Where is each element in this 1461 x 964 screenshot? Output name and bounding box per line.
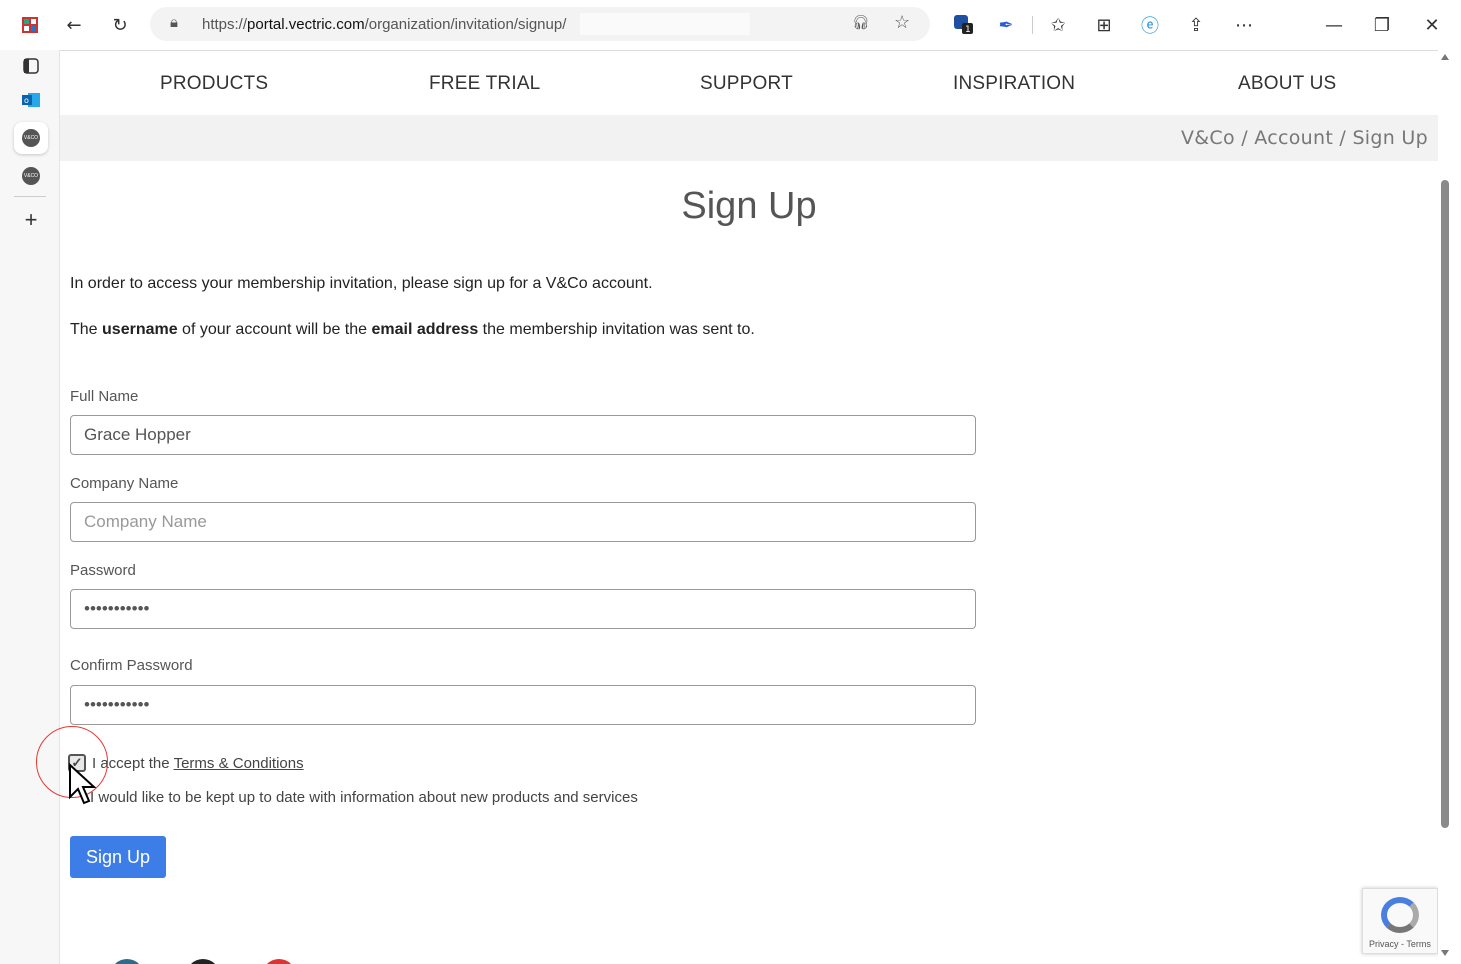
nav-products[interactable]: PRODUCTS bbox=[160, 73, 268, 95]
read-aloud-icon[interactable]: 🎧︎ bbox=[852, 14, 870, 31]
browser-sidebar: o V&CO V&CO + bbox=[0, 50, 60, 964]
mouse-cursor-icon bbox=[69, 763, 96, 805]
company-name-label: Company Name bbox=[70, 475, 179, 492]
page-scrollbar[interactable] bbox=[1438, 50, 1452, 964]
close-icon[interactable]: ✕ bbox=[1418, 11, 1446, 39]
share-icon[interactable]: ⇪ bbox=[1182, 11, 1210, 39]
username-note: The username of your account will be the… bbox=[70, 321, 755, 339]
collections-icon[interactable]: ⊞ bbox=[1090, 11, 1118, 39]
vco-tab-active[interactable]: V&CO bbox=[14, 122, 48, 154]
back-arrow-icon[interactable]: ← bbox=[60, 11, 88, 39]
app-grid-icon[interactable] bbox=[16, 11, 44, 39]
more-options-icon[interactable]: ⋯ bbox=[1230, 11, 1258, 39]
scrollbar-thumb[interactable] bbox=[1441, 180, 1449, 828]
extension-badge: 1 bbox=[965, 25, 971, 35]
breadcrumb-bar: V&Co / Account / Sign Up bbox=[60, 115, 1438, 161]
browser-toolbar: ← ↻ 🔒︎ https://portal.vectric.com/organi… bbox=[0, 0, 1461, 50]
favorite-star-icon[interactable]: ☆ bbox=[894, 12, 910, 33]
tab-actions-icon[interactable] bbox=[14, 50, 48, 82]
url-redaction bbox=[580, 13, 750, 35]
recaptcha-logo-icon bbox=[1381, 897, 1419, 933]
toolbar-separator bbox=[1032, 16, 1033, 34]
email-emphasis: email address bbox=[371, 321, 479, 338]
url-path: /organization/invitation/signup/ bbox=[364, 15, 567, 33]
nav-support[interactable]: SUPPORT bbox=[700, 73, 793, 95]
intro-text: In order to access your membership invit… bbox=[70, 275, 653, 292]
svg-text:o: o bbox=[24, 96, 29, 105]
confirm-password-input[interactable] bbox=[70, 685, 976, 725]
add-tab-icon[interactable]: + bbox=[14, 204, 48, 236]
url-domain: portal.vectric.com bbox=[247, 15, 365, 33]
page-viewport: PRODUCTS FREE TRIAL SUPPORT INSPIRATION … bbox=[36, 50, 1438, 964]
social-icon[interactable] bbox=[110, 959, 144, 964]
username-emphasis: username bbox=[102, 321, 178, 338]
username-note-prefix: The bbox=[70, 321, 103, 338]
username-note-suffix: the membership invitation was sent to. bbox=[478, 321, 755, 338]
confirm-password-label: Confirm Password bbox=[70, 657, 193, 674]
social-icon[interactable] bbox=[262, 959, 296, 964]
extension-icon[interactable]: 1 bbox=[950, 11, 978, 39]
scroll-up-arrow-icon[interactable] bbox=[1441, 54, 1449, 60]
address-bar[interactable]: 🔒︎ https://portal.vectric.com/organizati… bbox=[150, 7, 930, 41]
refresh-icon[interactable]: ↻ bbox=[106, 11, 134, 39]
newsletter-label[interactable]: I would like to be kept up to date with … bbox=[90, 789, 638, 806]
password-label: Password bbox=[70, 562, 136, 579]
url-prefix: https:// bbox=[202, 15, 248, 33]
vco-logo-icon: V&CO bbox=[22, 167, 40, 185]
company-name-input[interactable] bbox=[70, 502, 976, 542]
site-nav: PRODUCTS FREE TRIAL SUPPORT INSPIRATION … bbox=[60, 51, 1438, 115]
nav-about-us[interactable]: ABOUT US bbox=[1238, 73, 1336, 95]
social-icon[interactable] bbox=[186, 959, 220, 964]
password-input[interactable] bbox=[70, 589, 976, 629]
minimize-icon[interactable]: — bbox=[1320, 11, 1348, 39]
terms-link[interactable]: Terms & Conditions bbox=[174, 755, 304, 772]
vco-logo-icon: V&CO bbox=[22, 129, 40, 147]
favorites-icon[interactable]: ✩ bbox=[1044, 11, 1072, 39]
recaptcha-badge[interactable]: Privacy - Terms bbox=[1362, 888, 1438, 954]
nav-free-trial[interactable]: FREE TRIAL bbox=[429, 73, 540, 95]
breadcrumb: V&Co / Account / Sign Up bbox=[1180, 127, 1428, 149]
full-name-input[interactable] bbox=[70, 415, 976, 455]
sidebar-divider bbox=[14, 196, 46, 197]
sign-up-button[interactable]: Sign Up bbox=[70, 836, 166, 878]
pen-extension-icon[interactable]: ✒ bbox=[992, 11, 1020, 39]
lock-icon: 🔒︎ bbox=[170, 14, 178, 31]
newsletter-row: I would like to be kept up to date with … bbox=[90, 789, 638, 806]
scroll-down-arrow-icon[interactable] bbox=[1441, 950, 1449, 956]
recaptcha-text[interactable]: Privacy - Terms bbox=[1369, 939, 1431, 949]
full-name-label: Full Name bbox=[70, 388, 139, 405]
ie-mode-icon[interactable]: ⓔ bbox=[1136, 11, 1164, 39]
page-title: Sign Up bbox=[681, 185, 817, 227]
vco-tab[interactable]: V&CO bbox=[14, 160, 48, 192]
outlook-icon[interactable]: o bbox=[14, 84, 48, 116]
restore-icon[interactable]: ❐ bbox=[1368, 11, 1396, 39]
nav-inspiration[interactable]: INSPIRATION bbox=[953, 73, 1075, 95]
username-note-middle: of your account will be the bbox=[177, 321, 372, 338]
